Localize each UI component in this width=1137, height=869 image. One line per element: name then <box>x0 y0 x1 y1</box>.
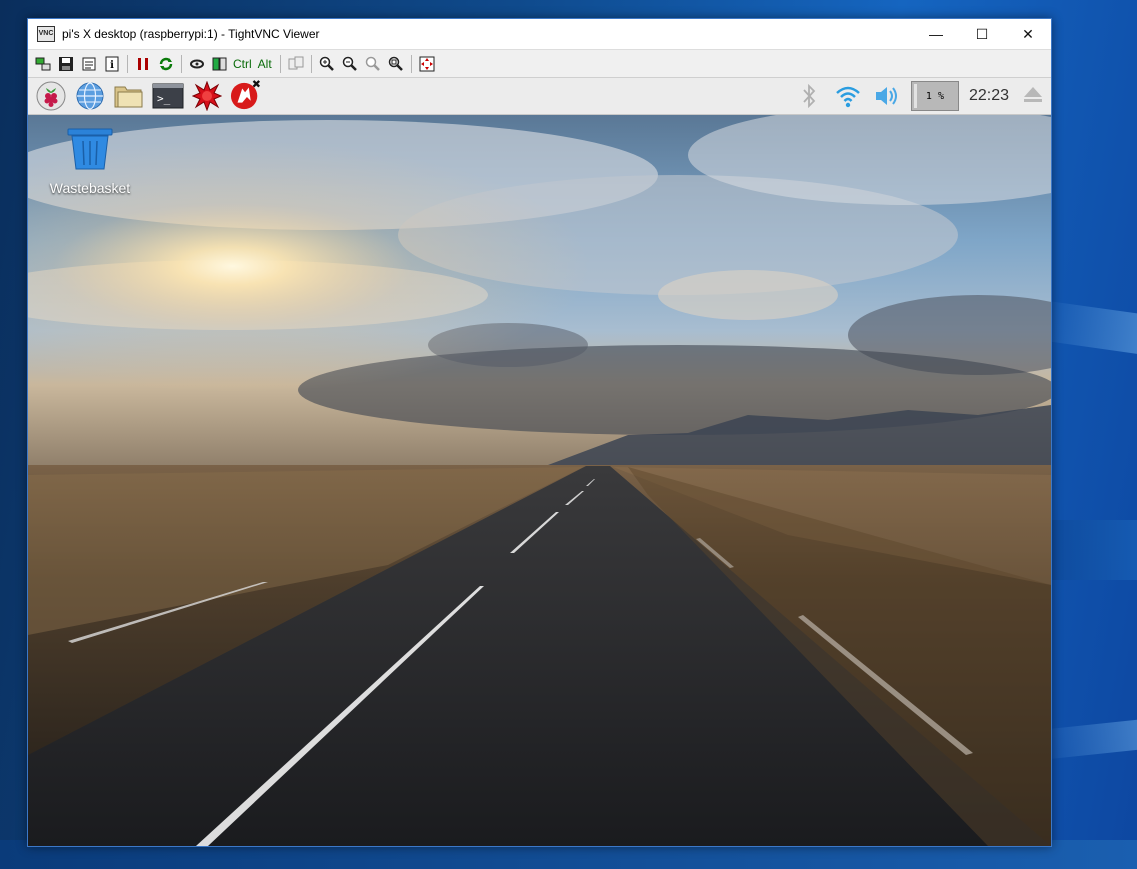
fullscreen-icon[interactable] <box>417 54 437 74</box>
wastebasket-icon <box>67 128 113 170</box>
bluetooth-icon[interactable] <box>793 80 825 112</box>
light-beam <box>1040 520 1137 580</box>
volume-icon[interactable] <box>871 80 903 112</box>
vnc-viewer-window[interactable]: VNC pi's X desktop (raspberrypi:1) - Tig… <box>27 18 1052 847</box>
desktop-wallpaper <box>28 115 1051 846</box>
system-tray: 1 % 22:23 <box>786 78 1051 114</box>
zoom-out-icon[interactable] <box>340 54 360 74</box>
toolbar-separator <box>310 54 312 73</box>
wolfram-icon[interactable] <box>230 80 262 112</box>
toolbar-separator <box>279 54 281 73</box>
window-title: pi's X desktop (raspberrypi:1) - TightVN… <box>62 27 320 41</box>
clock[interactable]: 22:23 <box>969 87 1009 105</box>
eject-icon[interactable] <box>1023 84 1043 109</box>
toolbar-separator <box>410 54 412 73</box>
pause-icon[interactable] <box>133 54 153 74</box>
ctrl-alt-del-icon[interactable] <box>187 54 207 74</box>
vnc-app-icon: VNC <box>37 26 55 42</box>
light-beam <box>1038 715 1137 760</box>
minimize-button[interactable]: — <box>913 19 959 49</box>
maximize-button[interactable]: ☐ <box>959 19 1005 49</box>
wolfram-mathematica-icon[interactable] <box>191 80 223 112</box>
raspberry-menu-icon[interactable] <box>35 80 67 112</box>
vnc-toolbar: i Ctrl Alt <box>28 49 1051 78</box>
toolbar-separator <box>181 54 182 73</box>
remote-desktop[interactable]: >_ 1 % 22:23 Wastebasket <box>28 78 1051 846</box>
window-controls: — ☐ ✕ <box>913 19 1051 49</box>
desktop-icon-label: Wastebasket <box>49 180 131 196</box>
title-bar[interactable]: VNC pi's X desktop (raspberrypi:1) - Tig… <box>28 19 1051 49</box>
zoom-100-icon[interactable] <box>363 54 383 74</box>
svg-text:i: i <box>110 60 114 71</box>
cpu-usage-label: 1 % <box>925 90 944 102</box>
web-browser-icon[interactable] <box>74 80 106 112</box>
svg-text:>_: >_ <box>157 92 171 105</box>
ctrl-key-toggle[interactable]: Ctrl <box>233 57 252 71</box>
terminal-icon[interactable]: >_ <box>152 80 184 112</box>
file-manager-icon[interactable] <box>113 80 145 112</box>
desktop-icon-wastebasket[interactable]: Wastebasket <box>40 127 140 196</box>
cpu-usage-bar <box>913 84 917 108</box>
zoom-in-icon[interactable] <box>317 54 337 74</box>
alt-key-toggle[interactable]: Alt <box>258 57 272 71</box>
ctrl-esc-icon[interactable] <box>210 54 230 74</box>
pi-taskbar: >_ 1 % 22:23 <box>28 78 1051 115</box>
save-icon[interactable] <box>56 54 76 74</box>
transfer-files-icon[interactable] <box>286 54 306 74</box>
cpu-monitor[interactable]: 1 % <box>910 81 959 111</box>
refresh-icon[interactable] <box>156 54 176 74</box>
wifi-icon[interactable] <box>832 80 864 112</box>
close-button[interactable]: ✕ <box>1005 19 1051 49</box>
light-beam <box>1037 300 1137 360</box>
info-icon[interactable]: i <box>102 54 122 74</box>
toolbar-separator <box>127 54 128 73</box>
new-connection-icon[interactable] <box>33 54 53 74</box>
options-icon[interactable] <box>79 54 99 74</box>
zoom-fit-icon[interactable] <box>386 54 406 74</box>
